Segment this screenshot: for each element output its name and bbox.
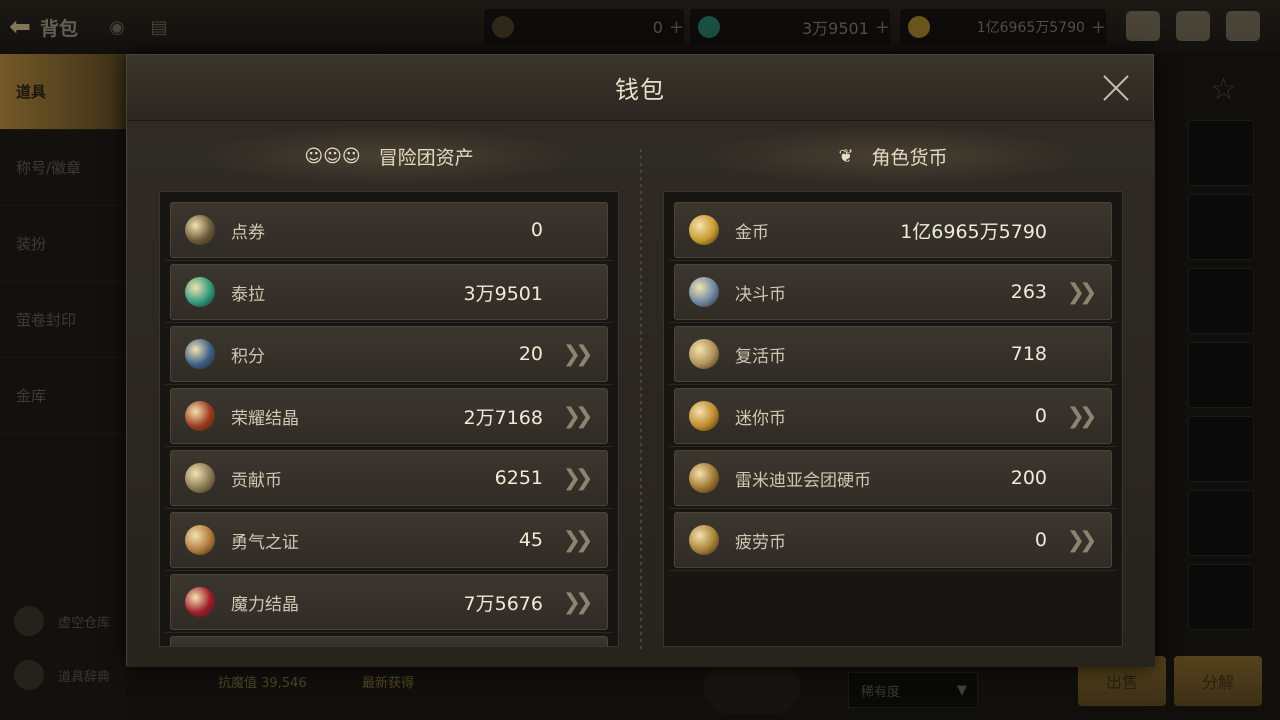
item-label: 迷你币 — [735, 408, 786, 429]
close-icon[interactable] — [1097, 69, 1135, 107]
panel-title: 冒险团资产 — [378, 146, 474, 169]
double-chevron-right-icon[interactable]: ❯❯ — [1055, 401, 1103, 431]
list-item[interactable]: 疲劳币 0 ❯❯ — [669, 512, 1117, 571]
item-value: 20 — [518, 343, 543, 365]
duel-coin-icon — [689, 277, 719, 307]
item-value: 0 — [530, 219, 543, 241]
currency-list[interactable]: 金币1亿6965万5790❯❯决斗币263❯❯复活币718❯❯迷你币0❯❯雷米迪… — [663, 191, 1123, 647]
contribution-coin-icon — [185, 463, 215, 493]
list-item[interactable]: 迷你币 0 ❯❯ — [669, 388, 1117, 447]
item-value: 718 — [1010, 343, 1047, 365]
double-chevron-right-icon[interactable]: ❯❯ — [551, 463, 599, 493]
item-label: 泰拉 — [231, 284, 265, 305]
item-value: 200 — [1010, 467, 1047, 489]
item-label: 荣耀结晶 — [231, 408, 299, 429]
item-value: 2万7168 — [463, 406, 543, 429]
list-item[interactable]: 荣耀结晶 2万7168 ❯❯ — [165, 388, 613, 447]
item-value: 0 — [1034, 405, 1047, 427]
ticket-icon — [185, 215, 215, 245]
panel-header: ❦ 角色货币 — [663, 121, 1123, 191]
double-chevron-right-icon[interactable]: ❯❯ — [551, 525, 599, 555]
list-item[interactable]: 贡献币 6251 ❯❯ — [165, 450, 613, 509]
list-item[interactable]: 勇气之证 45 ❯❯ — [165, 512, 613, 571]
item-label: 雷米迪亚会团硬币 — [735, 470, 871, 491]
adventure-assets-panel: ☺☺☺ 冒险团资产 点券 0 ❯❯ 泰拉 3万9501 ❯❯ 积分 20 ❯❯ 荣耀结晶 2万716… — [159, 121, 619, 647]
double-chevron-right-icon[interactable]: ❯❯ — [1055, 277, 1103, 307]
panel-title: 角色货币 — [871, 146, 948, 169]
item-value: 45 — [518, 529, 543, 551]
remedia-coin-icon — [689, 463, 719, 493]
double-chevron-right-icon[interactable]: ❯❯ — [551, 339, 599, 369]
list-item[interactable]: 魔力结晶 7万5676 ❯❯ — [165, 574, 613, 633]
group-icon: ☺☺☺ — [304, 145, 361, 167]
courage-badge-icon — [185, 525, 215, 555]
item-value: 7万5676 — [463, 592, 543, 615]
asset-list[interactable]: 点券 0 ❯❯ 泰拉 3万9501 ❯❯ 积分 20 ❯❯ 荣耀结晶 2万7168 ❯❯ 贡献币 6251… — [159, 191, 619, 647]
item-value: 1亿6965万5790 — [900, 220, 1047, 243]
flame-icon: ❦ — [838, 145, 854, 167]
item-label: 复活币 — [735, 346, 786, 367]
trophy-icon — [185, 401, 215, 431]
double-chevron-right-icon[interactable]: ❯❯ — [551, 587, 599, 617]
list-item: 雷米迪亚会团硬币200❯❯ — [669, 450, 1117, 509]
item-value: 3万9501 — [463, 282, 543, 305]
points-icon — [185, 339, 215, 369]
item-label: 疲劳币 — [735, 532, 786, 553]
mini-coin-icon — [689, 401, 719, 431]
character-currency-panel: ❦ 角色货币 金币1亿6965万5790❯❯决斗币263❯❯复活币718❯❯迷你… — [663, 121, 1123, 647]
fatigue-coin-icon — [689, 525, 719, 555]
item-label: 贡献币 — [231, 470, 282, 491]
mana-crystal-icon — [185, 587, 215, 617]
wallet-modal: 钱包 ☺☺☺ 冒险团资产 点券 0 ❯❯ 泰拉 3万9501 ❯❯ 积分 20 ❯❯ 荣耀结晶 2万… — [126, 54, 1155, 667]
double-chevron-right-icon[interactable]: ❯❯ — [1055, 525, 1103, 555]
list-item: 点券0❯❯ — [165, 202, 613, 261]
divider — [640, 149, 642, 649]
item-label: 魔力结晶 — [231, 594, 299, 615]
list-item[interactable]: 决斗币 263 ❯❯ — [669, 264, 1117, 323]
item-label: 积分 — [231, 346, 265, 367]
list-item: 金币1亿6965万5790❯❯ — [669, 202, 1117, 261]
item-label: 决斗币 — [735, 284, 786, 305]
item-value: 0 — [1034, 529, 1047, 551]
list-item: 泰拉3万9501❯❯ — [165, 264, 613, 323]
tera-crystal-icon — [185, 277, 215, 307]
item-value: 263 — [1010, 281, 1047, 303]
modal-header: 钱包 — [127, 55, 1153, 121]
modal-body: ☺☺☺ 冒险团资产 点券 0 ❯❯ 泰拉 3万9501 ❯❯ 积分 20 ❯❯ 荣耀结晶 2万716… — [127, 121, 1155, 667]
item-label: 点券 — [231, 222, 265, 243]
panel-header: ☺☺☺ 冒险团资产 — [159, 121, 619, 191]
list-item[interactable]: 积分 20 ❯❯ — [165, 326, 613, 385]
list-item: 复活币718❯❯ — [669, 326, 1117, 385]
revive-coin-icon — [689, 339, 719, 369]
item-value: 6251 — [494, 467, 543, 489]
gold-coin-icon — [689, 215, 719, 245]
item-label: 勇气之证 — [231, 532, 299, 553]
list-item — [170, 636, 608, 646]
double-chevron-right-icon[interactable]: ❯❯ — [551, 401, 599, 431]
modal-title: 钱包 — [615, 76, 665, 104]
item-label: 金币 — [735, 222, 769, 243]
